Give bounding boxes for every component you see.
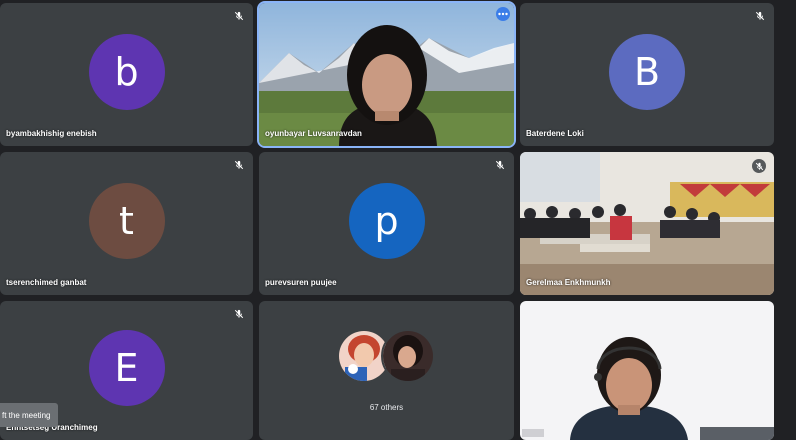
mic-off-icon: [752, 159, 766, 173]
mic-off-icon: [754, 10, 766, 22]
avatar: B: [609, 33, 685, 110]
participant-name: oyunbayar Luvsanravdan: [265, 129, 362, 138]
participant-name: tserenchimed ganbat: [6, 278, 87, 287]
participant-name: byambakhishig enebish: [6, 129, 97, 138]
participant-tile-purevsuren[interactable]: p purevsuren puujee: [259, 152, 514, 295]
avatar: E: [88, 329, 165, 406]
participant-name: purevsuren puujee: [265, 278, 337, 287]
video-feed: [520, 301, 774, 440]
video-feed: [520, 152, 774, 295]
others-count: 67 others: [369, 403, 404, 412]
participant-tile-byambakhishig[interactable]: b byambakhishig enebish: [0, 3, 253, 146]
participant-tile-camera[interactable]: [520, 301, 774, 440]
video-feed: [259, 3, 514, 146]
participant-tile-gerelmaa[interactable]: Gerelmaa Enkhmunkh: [520, 152, 774, 295]
avatar: [380, 329, 435, 383]
others-avatars: [336, 329, 437, 383]
left-meeting-toast: ft the meeting: [0, 403, 58, 427]
mic-off-icon: [494, 159, 506, 171]
avatar: t: [88, 182, 165, 259]
mic-off-icon: [233, 308, 245, 320]
avatar: p: [348, 182, 425, 259]
more-options-icon[interactable]: [496, 7, 510, 21]
right-edge: [776, 0, 796, 440]
participant-tile-tserenchimed[interactable]: t tserenchimed ganbat: [0, 152, 253, 295]
participant-tile-oyunbayar[interactable]: oyunbayar Luvsanravdan: [257, 1, 516, 148]
avatar: b: [88, 33, 165, 110]
others-tile[interactable]: 67 others: [259, 301, 514, 440]
participant-name: Gerelmaa Enkhmunkh: [526, 278, 611, 287]
participant-name: Baterdene Loki: [526, 129, 584, 138]
mic-off-icon: [233, 159, 245, 171]
mic-off-icon: [233, 10, 245, 22]
participant-tile-baterdene[interactable]: B Baterdene Loki: [520, 3, 774, 146]
